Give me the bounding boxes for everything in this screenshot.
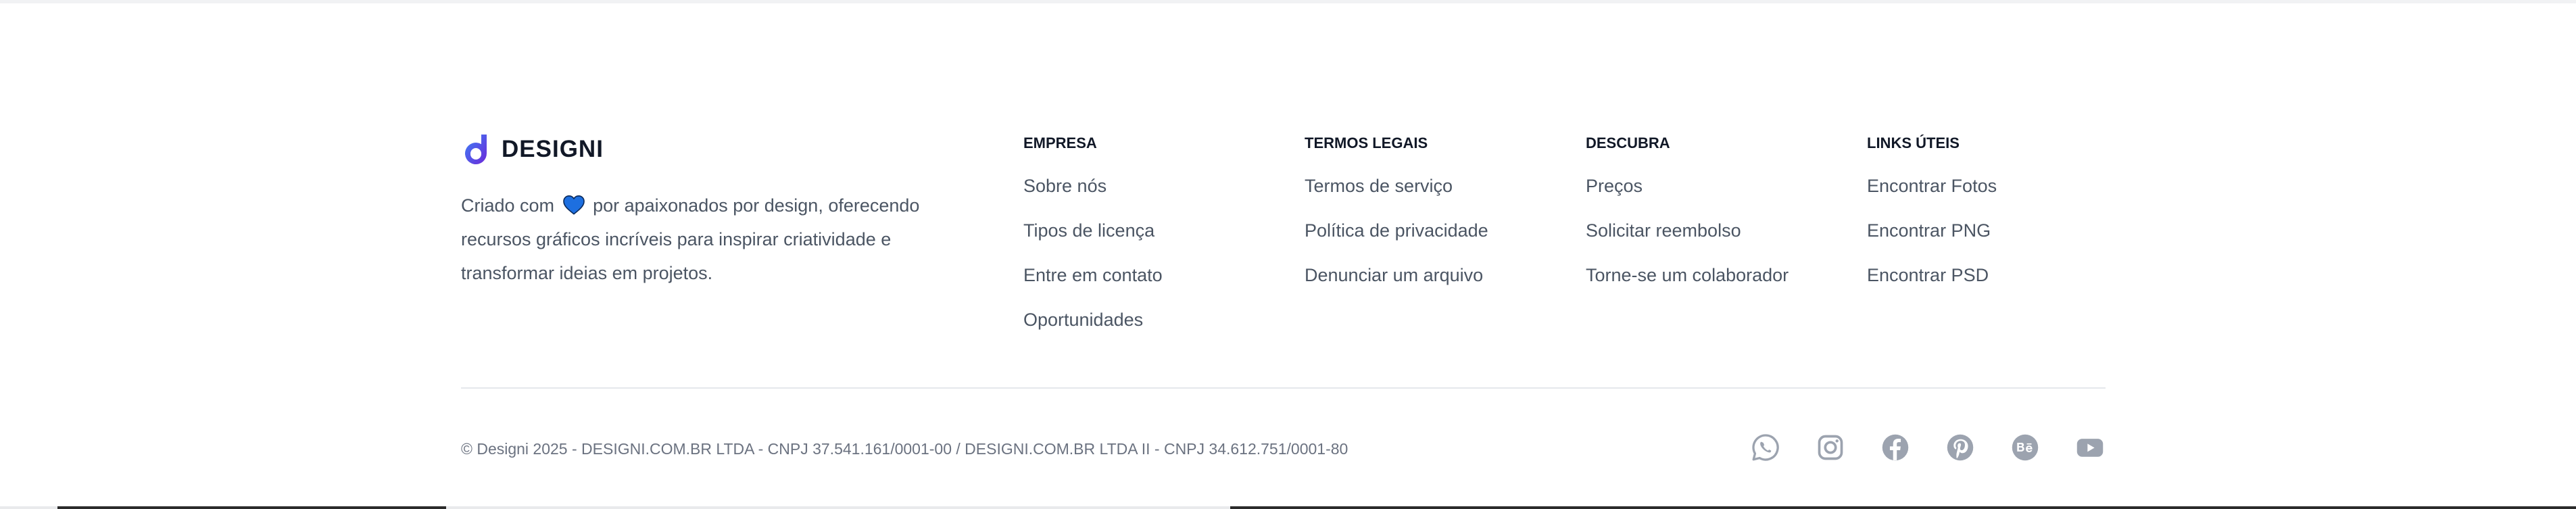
brand-name: DESIGNI [502,136,604,162]
bottom-border [0,506,2576,509]
designi-logo-icon [465,135,487,165]
link-solicitar-reembolso[interactable]: Solicitar reembolso [1586,220,1741,241]
facebook-link[interactable] [1880,432,1911,463]
brand-tagline: Criado com por apaixonados por design, o… [461,189,921,290]
link-oportunidades[interactable]: Oportunidades [1023,310,1143,330]
page-edge-segment [1230,506,2576,509]
column-title: TERMOS LEGAIS [1305,135,1428,151]
link-encontrar-png[interactable]: Encontrar PNG [1867,220,1991,241]
link-politica-de-privacidade[interactable]: Política de privacidade [1305,220,1488,241]
link-entre-em-contato[interactable]: Entre em contato [1023,265,1163,285]
whatsapp-link[interactable] [1750,432,1781,463]
behance-link[interactable] [2010,432,2041,463]
link-encontrar-psd[interactable]: Encontrar PSD [1867,265,1989,285]
footer-column-descubra: DESCUBRA Preços Solicitar reembolso Torn… [1586,135,1789,308]
pinterest-link[interactable] [1945,432,1976,463]
link-precos[interactable]: Preços [1586,176,1643,196]
tagline-start: Criado com [461,195,555,216]
link-termos-de-servico[interactable]: Termos de serviço [1305,176,1453,196]
pinterest-icon [1947,434,1974,461]
youtube-icon [2076,439,2104,457]
link-tipos-de-licenca[interactable]: Tipos de licença [1023,220,1155,241]
footer-column-empresa: EMPRESA Sobre nós Tipos de licença Entre… [1023,135,1163,353]
footer-divider [461,387,2106,389]
link-denunciar-arquivo[interactable]: Denunciar um arquivo [1305,265,1483,285]
link-encontrar-fotos[interactable]: Encontrar Fotos [1867,176,1997,196]
link-sobre-nos[interactable]: Sobre nós [1023,176,1107,196]
column-title: EMPRESA [1023,135,1097,151]
heart-icon [562,195,585,215]
social-links [1750,432,2106,463]
footer-column-links-uteis: LINKS ÚTEIS Encontrar Fotos Encontrar PN… [1867,135,1997,308]
footer-column-termos-legais: TERMOS LEGAIS Termos de serviço Política… [1305,135,1488,308]
column-title: LINKS ÚTEIS [1867,135,1960,151]
copyright-text: © Designi 2025 - DESIGNI.COM.BR LTDA - C… [461,440,1348,458]
instagram-link[interactable] [1815,432,1846,463]
youtube-link[interactable] [2074,432,2106,463]
site-footer: DESIGNI Criado com por apaixonados por d… [461,0,2106,509]
facebook-icon [1882,434,1909,461]
page-edge-segment [57,506,446,509]
link-torne-se-colaborador[interactable]: Torne-se um colaborador [1586,265,1789,285]
whatsapp-icon [1752,434,1779,461]
behance-icon [2012,434,2039,461]
brand-logo[interactable]: DESIGNI [461,133,604,166]
column-title: DESCUBRA [1586,135,1670,151]
instagram-icon [1818,435,1843,460]
